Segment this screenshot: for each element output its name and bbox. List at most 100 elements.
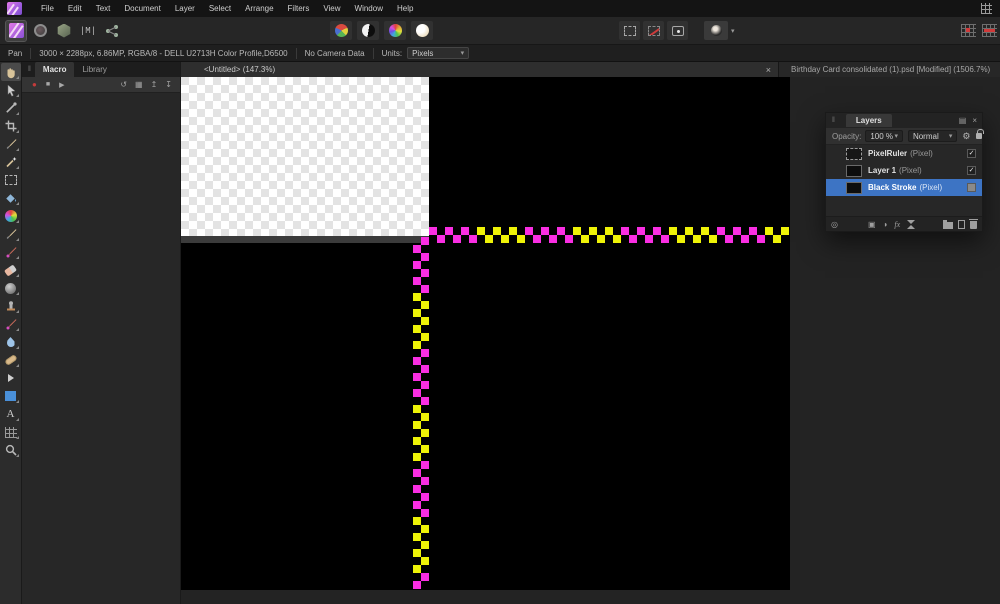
- photo-persona-button[interactable]: [5, 19, 27, 42]
- document-tab-untitled[interactable]: <Untitled> (147.3%) ×: [181, 62, 778, 77]
- layer-visibility-checkbox[interactable]: ✓: [967, 166, 976, 175]
- liquify-persona-icon: [33, 24, 47, 37]
- selection-outline-toggle[interactable]: [619, 21, 640, 40]
- zoom-tool[interactable]: [1, 441, 21, 459]
- mesh-warp-tool[interactable]: [1, 423, 21, 441]
- opacity-value: 100 %: [870, 131, 894, 141]
- add-layer-icon[interactable]: [958, 219, 965, 229]
- play-macro-button[interactable]: ▶: [59, 81, 64, 89]
- chevron-down-icon: ▾: [894, 133, 898, 140]
- move-tool[interactable]: [1, 81, 21, 99]
- layer-settings-icon[interactable]: ⚙: [962, 131, 970, 142]
- tab-library[interactable]: Library: [74, 62, 114, 77]
- record-macro-button[interactable]: ●: [32, 80, 37, 89]
- auto-contrast-button[interactable]: [357, 21, 379, 40]
- menu-item-select[interactable]: Select: [202, 0, 238, 17]
- tab-layers[interactable]: Layers: [845, 114, 892, 127]
- hourglass-icon[interactable]: [907, 219, 916, 229]
- flood-fill-tool[interactable]: [1, 189, 21, 207]
- selection-brush-tool[interactable]: [1, 135, 21, 153]
- document-canvas[interactable]: [181, 77, 790, 590]
- auto-colours-button[interactable]: [384, 21, 406, 40]
- units-select[interactable]: Pixels ▾: [407, 47, 470, 59]
- import-macro-icon[interactable]: ↧: [165, 80, 172, 89]
- lock-layer-icon[interactable]: [976, 129, 984, 139]
- snapping-toggle[interactable]: [643, 21, 664, 40]
- undo-brush-tool[interactable]: [1, 315, 21, 333]
- crop-tool[interactable]: [1, 117, 21, 135]
- tab-macro[interactable]: Macro: [34, 62, 75, 77]
- ruler-square: [653, 227, 661, 235]
- macro-list-icon[interactable]: ▦: [135, 80, 143, 89]
- stop-macro-button[interactable]: ■: [46, 81, 50, 88]
- layer-visibility-checkbox[interactable]: ✓: [967, 149, 976, 158]
- panel-drag-handle[interactable]: ‖: [28, 66, 31, 73]
- menu-item-file[interactable]: File: [34, 0, 61, 17]
- move-by-whole-pixels-icon[interactable]: [982, 24, 997, 37]
- menu-item-layer[interactable]: Layer: [168, 0, 202, 17]
- force-pixel-alignment-icon[interactable]: [961, 24, 976, 37]
- reset-macro-icon[interactable]: ↺: [120, 80, 127, 89]
- tone-mapping-persona-button[interactable]: |M|: [78, 21, 98, 41]
- menu-item-arrange[interactable]: Arrange: [238, 0, 280, 17]
- ruler-square: [413, 405, 421, 413]
- ruler-square: [677, 235, 685, 243]
- colour-replacement-brush-tool[interactable]: [1, 243, 21, 261]
- auto-white-balance-button[interactable]: [411, 21, 433, 40]
- layer-row-layer1[interactable]: Layer 1 (Pixel) ✓: [826, 162, 982, 179]
- layer-visibility-checkbox[interactable]: [967, 183, 976, 192]
- eraser-tool[interactable]: [1, 261, 21, 279]
- close-panel-icon[interactable]: ×: [972, 116, 977, 125]
- layer-row-black-stroke[interactable]: Black Stroke (Pixel): [826, 179, 982, 196]
- menu-item-window[interactable]: Window: [348, 0, 390, 17]
- develop-persona-button[interactable]: [54, 21, 74, 41]
- menu-item-filters[interactable]: Filters: [281, 0, 317, 17]
- ruler-square: [413, 325, 421, 333]
- layer-row-pixelruler[interactable]: PixelRuler (Pixel) ✓: [826, 145, 982, 162]
- live-filter-icon[interactable]: fx: [894, 220, 900, 229]
- ruler-square: [421, 493, 429, 501]
- apps-grid-icon[interactable]: [981, 3, 992, 14]
- healing-brush-tool[interactable]: [1, 351, 21, 369]
- menu-item-text[interactable]: Text: [89, 0, 118, 17]
- blend-mode-select[interactable]: Normal ▾: [907, 130, 958, 142]
- edit-all-layers-icon[interactable]: ◎: [831, 220, 838, 229]
- auto-levels-button[interactable]: [330, 21, 352, 40]
- auto-contrast-icon: [361, 24, 375, 37]
- adjustment-layer-icon[interactable]: ◑: [883, 220, 888, 229]
- blur-tool[interactable]: [1, 333, 21, 351]
- delete-layer-icon[interactable]: [969, 219, 978, 229]
- close-tab-icon[interactable]: ×: [766, 65, 771, 75]
- camera-data-label: No Camera Data: [304, 48, 365, 58]
- mask-layer-icon[interactable]: ▣: [868, 220, 876, 229]
- opacity-select[interactable]: 100 % ▾: [865, 130, 903, 142]
- rectangle-tool[interactable]: [1, 387, 21, 405]
- clone-stamp-tool[interactable]: [1, 297, 21, 315]
- menu-item-help[interactable]: Help: [390, 0, 420, 17]
- paint-brush-tool[interactable]: [1, 225, 21, 243]
- menu-item-view[interactable]: View: [316, 0, 347, 17]
- document-tab-birthday-card[interactable]: Birthday Card consolidated (1).psd [Modi…: [778, 62, 1000, 77]
- tool-flyout-indicator: [15, 202, 19, 205]
- liquify-persona-button[interactable]: [30, 21, 50, 41]
- auto-colours-icon: [388, 24, 402, 37]
- marquee-select-tool[interactable]: [1, 171, 21, 189]
- dodge-brush-tool[interactable]: [1, 279, 21, 297]
- panel-drag-handle[interactable]: ‖: [832, 117, 835, 124]
- flood-select-tool[interactable]: [1, 153, 21, 171]
- panel-menu-icon[interactable]: ▤: [959, 116, 967, 125]
- menu-item-document[interactable]: Document: [117, 0, 167, 17]
- assistant-menu[interactable]: ▾: [704, 21, 735, 40]
- pixel-selection-toggle[interactable]: [667, 21, 688, 40]
- menu-item-edit[interactable]: Edit: [61, 0, 89, 17]
- more-tools-flyout[interactable]: [1, 369, 21, 387]
- view-pan-tool[interactable]: [0, 63, 21, 81]
- pixel-selection-icon: [671, 25, 684, 36]
- ruler-square: [413, 309, 421, 317]
- export-persona-button[interactable]: [102, 21, 122, 41]
- colour-picker-tool[interactable]: [1, 99, 21, 117]
- export-macro-icon[interactable]: ↥: [151, 80, 158, 89]
- gradient-tool[interactable]: [1, 207, 21, 225]
- text-tool[interactable]: A: [1, 405, 21, 423]
- group-layers-icon[interactable]: [943, 219, 953, 229]
